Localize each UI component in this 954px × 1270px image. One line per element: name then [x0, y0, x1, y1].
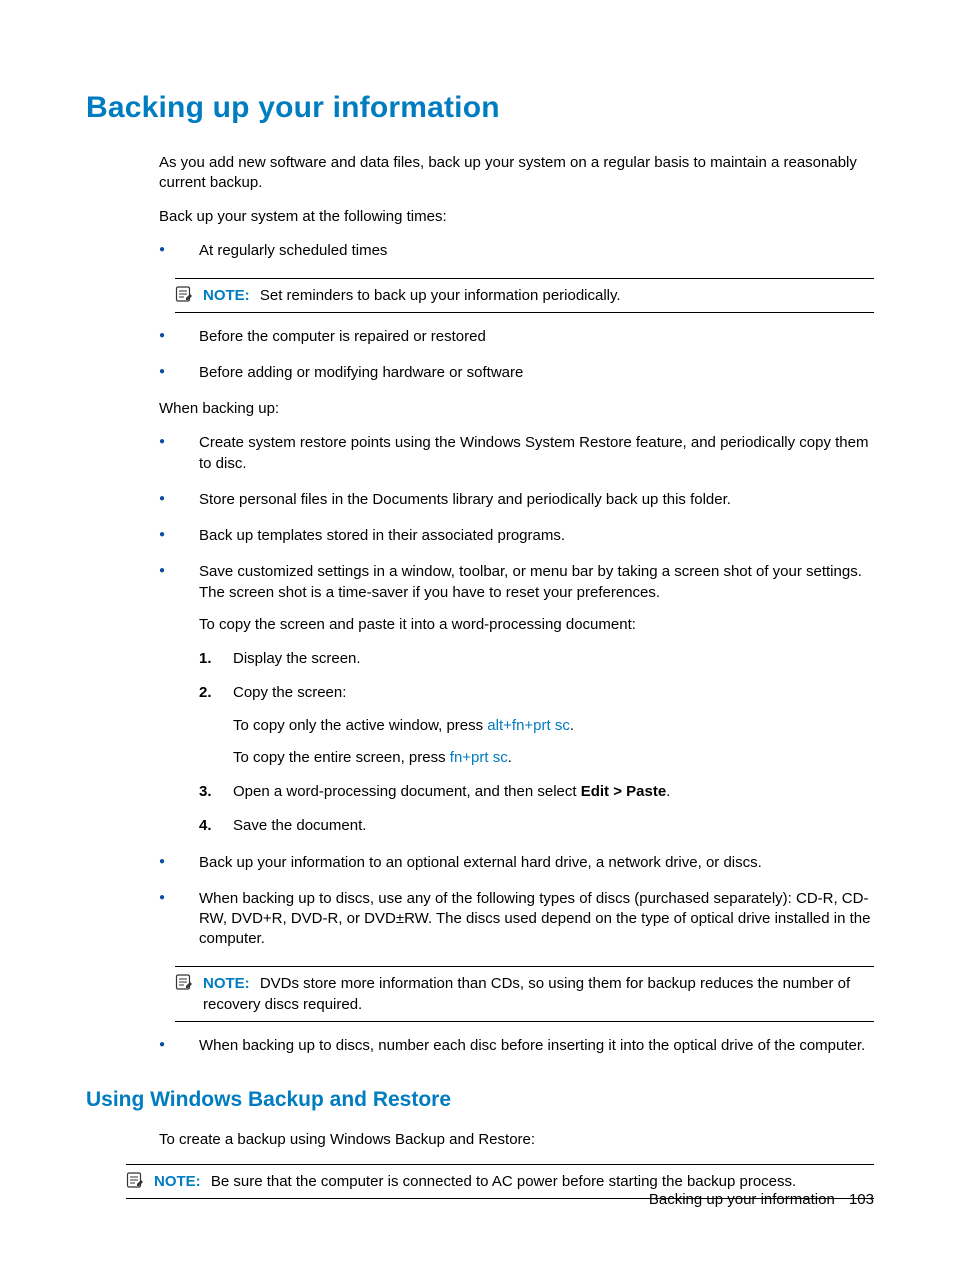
list-item: Back up templates stored in their associ…	[159, 526, 874, 546]
step-number: 4.	[199, 816, 212, 836]
note-box: NOTE: Set reminders to back up your info…	[175, 278, 874, 313]
note-text: Be sure that the computer is connected t…	[211, 1173, 796, 1190]
note-icon	[126, 1171, 144, 1189]
note-label: NOTE:	[154, 1173, 201, 1190]
when-backing-up: When backing up:	[159, 399, 874, 419]
note-text: DVDs store more information than CDs, so…	[203, 975, 850, 1013]
footer-text: Backing up your information	[649, 1191, 835, 1208]
list-item: Back up your information to an optional …	[159, 853, 874, 873]
step-item: 4. Save the document.	[199, 816, 874, 836]
intro-paragraph-1: As you add new software and data files, …	[159, 153, 874, 194]
step-number: 3.	[199, 782, 212, 802]
keyboard-shortcut: alt+fn+prt sc	[487, 717, 570, 734]
section-intro: To create a backup using Windows Backup …	[159, 1130, 874, 1150]
note-text: Set reminders to back up your informatio…	[260, 287, 621, 304]
list-item: Before adding or modifying hardware or s…	[159, 363, 874, 383]
step-text: Display the screen.	[233, 650, 361, 667]
text: To copy only the active window, press	[233, 717, 487, 734]
timing-list: At regularly scheduled times	[159, 241, 874, 261]
step-number: 1.	[199, 649, 212, 669]
step-text: Open a word-processing document, and the…	[233, 783, 670, 800]
step-subtext: To copy only the active window, press al…	[233, 716, 874, 736]
step-item: 1. Display the screen.	[199, 649, 874, 669]
text: Open a word-processing document, and the…	[233, 783, 581, 800]
backup-tips-list: Create system restore points using the W…	[159, 433, 874, 949]
text: .	[666, 783, 670, 800]
page-number: 103	[849, 1191, 874, 1208]
note-icon	[175, 973, 193, 991]
list-item-text: Save customized settings in a window, to…	[199, 563, 862, 600]
step-text: Copy the screen:	[233, 684, 346, 701]
note-label: NOTE:	[203, 975, 250, 992]
timing-list-cont: Before the computer is repaired or resto…	[159, 327, 874, 384]
page-title: Backing up your information	[86, 88, 874, 129]
list-item-text: At regularly scheduled times	[199, 242, 387, 259]
step-number: 2.	[199, 683, 212, 703]
intro-paragraph-2: Back up your system at the following tim…	[159, 207, 874, 227]
list-item: When backing up to discs, number each di…	[159, 1036, 874, 1056]
note-label: NOTE:	[203, 287, 250, 304]
text: To copy the entire screen, press	[233, 749, 450, 766]
keyboard-shortcut: fn+prt sc	[450, 749, 508, 766]
section-title: Using Windows Backup and Restore	[86, 1086, 874, 1114]
step-text: Save the document.	[233, 817, 366, 834]
copy-screen-intro: To copy the screen and paste it into a w…	[199, 615, 874, 635]
backup-tips-list-cont: When backing up to discs, number each di…	[159, 1036, 874, 1056]
note-icon	[175, 285, 193, 303]
list-item: Before the computer is repaired or resto…	[159, 327, 874, 347]
text: .	[508, 749, 512, 766]
list-item: When backing up to discs, use any of the…	[159, 889, 874, 950]
page-footer: Backing up your information 103	[649, 1190, 874, 1210]
text: .	[570, 717, 574, 734]
menu-path: Edit > Paste	[581, 783, 666, 800]
list-item: At regularly scheduled times	[159, 241, 874, 261]
copy-screen-steps: 1. Display the screen. 2. Copy the scree…	[199, 649, 874, 837]
note-box: NOTE: DVDs store more information than C…	[175, 966, 874, 1022]
step-item: 3. Open a word-processing document, and …	[199, 782, 874, 802]
step-item: 2. Copy the screen: To copy only the act…	[199, 683, 874, 768]
list-item: Create system restore points using the W…	[159, 433, 874, 474]
list-item: Store personal files in the Documents li…	[159, 490, 874, 510]
list-item: Save customized settings in a window, to…	[159, 562, 874, 836]
step-subtext: To copy the entire screen, press fn+prt …	[233, 748, 874, 768]
